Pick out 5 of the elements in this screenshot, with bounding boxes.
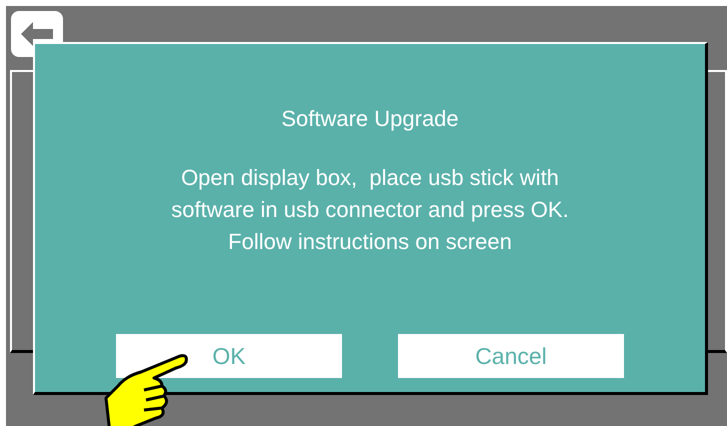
dialog-button[interactable]: OK	[116, 334, 342, 378]
back-arrow-icon	[20, 21, 54, 47]
dialog-message: Open display box, place usb stick with software in usb connector and press OK. Follow instructions on screen	[171, 164, 569, 256]
dialog-title: Software Upgrade	[281, 106, 459, 132]
dialog-button[interactable]: Cancel	[398, 334, 624, 378]
